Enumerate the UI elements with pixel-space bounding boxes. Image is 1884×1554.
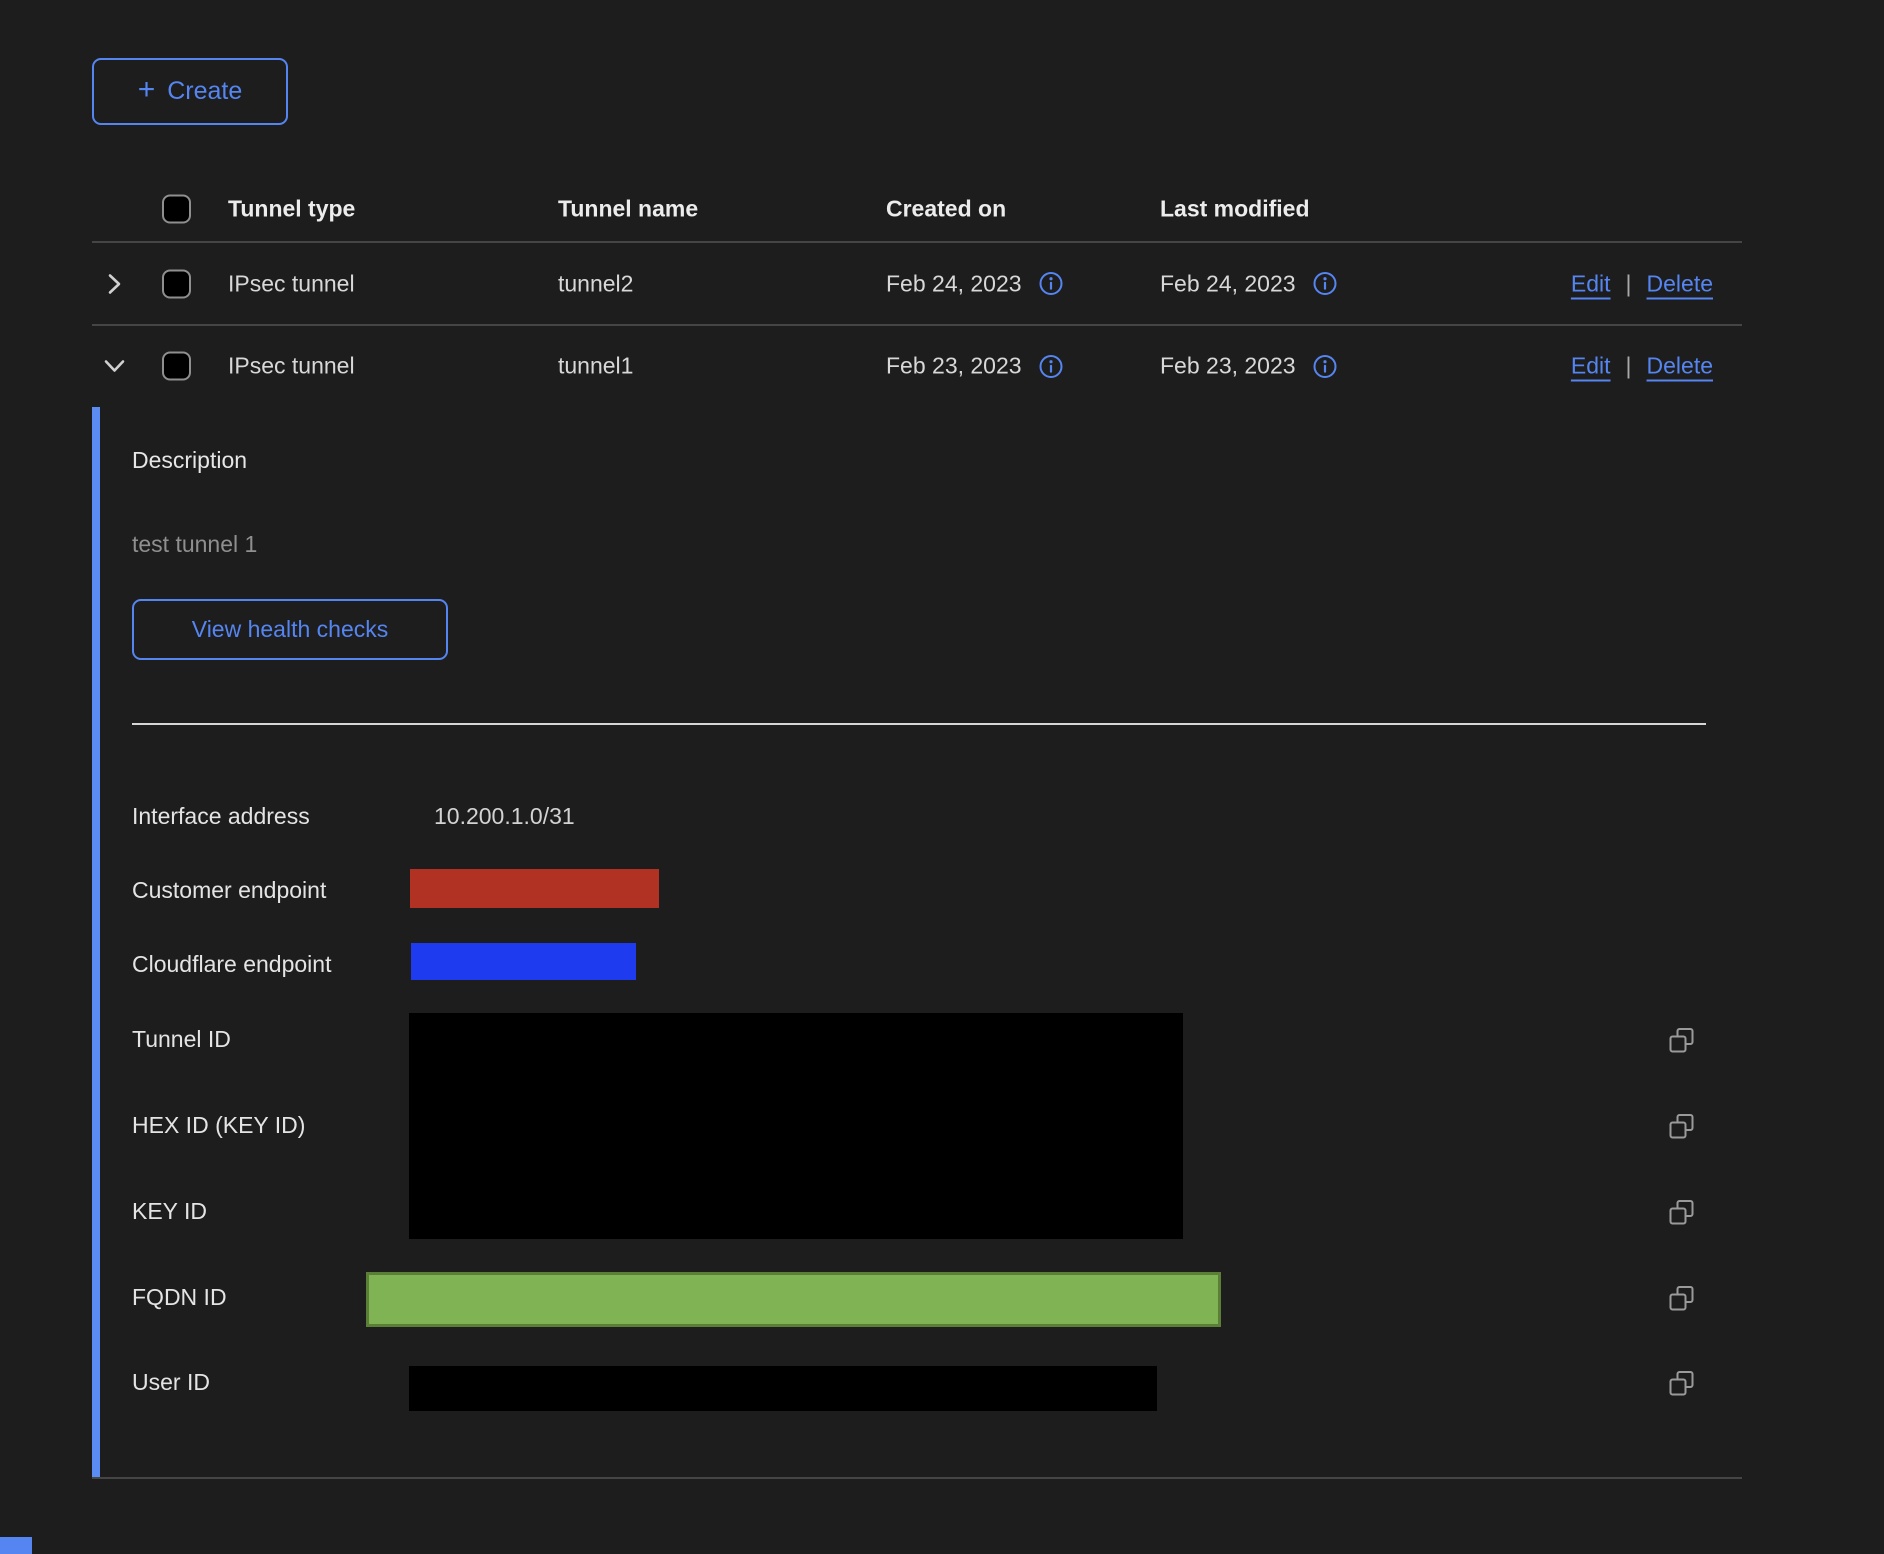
edit-link[interactable]: Edit	[1571, 270, 1611, 297]
copy-icon[interactable]	[1668, 1113, 1695, 1140]
created-on-cell: Feb 24, 2023	[886, 270, 1022, 297]
table-row: IPsec tunnel tunnel2 Feb 24, 2023 Feb 24…	[92, 242, 1742, 325]
section-divider	[132, 723, 1706, 725]
tunnel-type-cell: IPsec tunnel	[228, 270, 355, 297]
delete-link[interactable]: Delete	[1647, 353, 1713, 380]
tunnels-page: + Create Tunnel type Tunnel name Created…	[0, 0, 1884, 1554]
info-icon[interactable]	[1039, 272, 1063, 296]
description-label: Description	[132, 447, 247, 474]
last-modified-cell: Feb 24, 2023	[1160, 270, 1296, 297]
copy-icon[interactable]	[1668, 1199, 1695, 1226]
fqdn-id-label: FQDN ID	[132, 1284, 227, 1311]
column-header-tunnel-type: Tunnel type	[228, 195, 355, 222]
info-icon[interactable]	[1313, 354, 1337, 378]
action-separator: |	[1626, 270, 1632, 297]
last-modified-cell: Feb 23, 2023	[1160, 353, 1296, 380]
created-on-cell: Feb 23, 2023	[886, 353, 1022, 380]
row-checkbox[interactable]	[162, 269, 191, 298]
key-id-label: KEY ID	[132, 1198, 207, 1225]
column-header-last-modified: Last modified	[1160, 195, 1310, 222]
tunnel-type-cell: IPsec tunnel	[228, 353, 355, 380]
info-icon[interactable]	[1313, 272, 1337, 296]
interface-address-value: 10.200.1.0/31	[434, 803, 575, 830]
table-header-row: Tunnel type Tunnel name Created on Last …	[92, 175, 1742, 242]
tunnel-name-cell: tunnel1	[558, 353, 633, 380]
select-all-checkbox[interactable]	[162, 194, 191, 223]
edit-link[interactable]: Edit	[1571, 353, 1611, 380]
tunnel-name-cell: tunnel2	[558, 270, 633, 297]
customer-endpoint-label: Customer endpoint	[132, 877, 326, 904]
copy-icon[interactable]	[1668, 1370, 1695, 1397]
hex-id-label: HEX ID (KEY ID)	[132, 1112, 305, 1139]
ids-redacted-values	[409, 1013, 1183, 1239]
description-value: test tunnel 1	[132, 531, 257, 558]
create-button-label: Create	[167, 77, 242, 106]
interface-address-label: Interface address	[132, 803, 310, 830]
column-header-tunnel-name: Tunnel name	[558, 195, 698, 222]
table-row: IPsec tunnel tunnel1 Feb 23, 2023 Feb 23…	[92, 325, 1742, 407]
tunnel-id-label: Tunnel ID	[132, 1026, 231, 1053]
column-header-created-on: Created on	[886, 195, 1006, 222]
cloudflare-endpoint-label: Cloudflare endpoint	[132, 951, 331, 978]
expanded-row-accent-bar	[92, 407, 100, 1477]
action-separator: |	[1626, 353, 1632, 380]
user-id-label: User ID	[132, 1369, 210, 1396]
expand-chevron-right-icon[interactable]	[102, 271, 127, 296]
clipped-bottom-left-element	[0, 1537, 32, 1554]
info-icon[interactable]	[1039, 354, 1063, 378]
customer-endpoint-redacted-value	[410, 869, 659, 908]
create-button[interactable]: + Create	[92, 58, 288, 125]
row-checkbox[interactable]	[162, 352, 191, 381]
view-health-checks-button[interactable]: View health checks	[132, 599, 448, 660]
cloudflare-endpoint-redacted-value	[411, 943, 636, 980]
collapse-chevron-down-icon[interactable]	[102, 354, 127, 379]
panel-bottom-divider	[92, 1477, 1742, 1479]
copy-icon[interactable]	[1668, 1285, 1695, 1312]
fqdn-id-redacted-value	[366, 1272, 1221, 1327]
user-id-redacted-value	[409, 1366, 1157, 1411]
delete-link[interactable]: Delete	[1647, 270, 1713, 297]
plus-icon: +	[138, 75, 156, 105]
copy-icon[interactable]	[1668, 1027, 1695, 1054]
